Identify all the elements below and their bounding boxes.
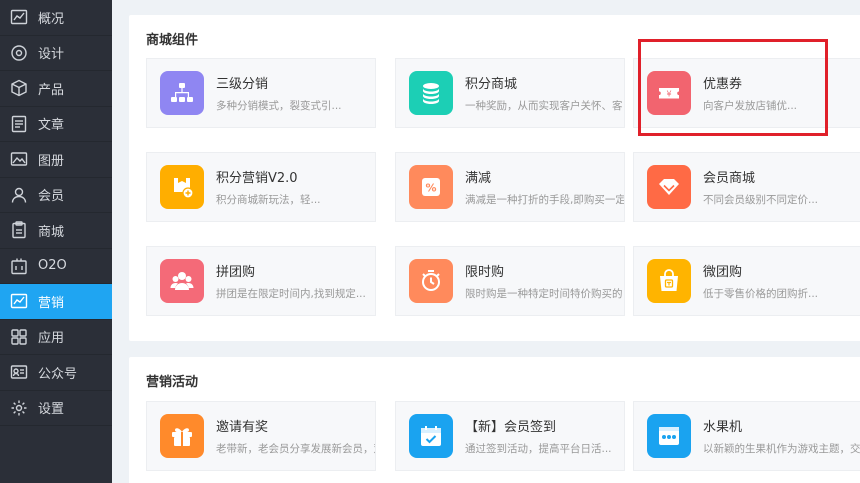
sidebar-item-label: 应用: [38, 331, 65, 347]
card-title: 积分营销V2.0: [216, 171, 298, 186]
discount-percent-icon: %: [409, 165, 453, 209]
timer-clock-icon: [409, 259, 453, 303]
group-buy-icon: [160, 259, 204, 303]
points-coins-icon: [409, 71, 453, 115]
card-desc: 积分商城新玩法，轻...: [216, 194, 321, 206]
card-fruit-machine[interactable]: 水果机以新颖的生果机作为游戏主题，交: [633, 401, 860, 471]
sidebar-item-member[interactable]: 会员: [0, 178, 112, 213]
card-desc: 限时购是一种特定时间特价购买的: [465, 288, 623, 300]
sidebar-item-label: 会员: [38, 189, 65, 205]
card-title: 优惠券: [703, 77, 743, 92]
card-three-level-distribution[interactable]: 三级分销多种分销模式，裂变式引...: [146, 58, 376, 128]
card-group-buy[interactable]: 拼团购拼团是在限定时间内,找到规定...: [146, 246, 376, 316]
member-diamond-icon: [647, 165, 691, 209]
sidebar-item-gallery[interactable]: 图册: [0, 142, 112, 178]
card-member-mall[interactable]: 会员商城不同会员级别不同定价...: [633, 152, 860, 222]
card-title: 拼团购: [216, 265, 256, 280]
settings-gear-icon: [10, 399, 28, 417]
card-micro-group-buy[interactable]: 微团购低于零售价格的团购折...: [633, 246, 860, 316]
card-title: 水果机: [703, 420, 743, 435]
sidebar-item-label: 公众号: [38, 366, 78, 382]
sidebar-item-label: 设置: [38, 402, 65, 418]
sidebar-item-product[interactable]: 产品: [0, 71, 112, 107]
sidebar-item-label: 产品: [38, 82, 65, 98]
sidebar-item-label: 文章: [38, 118, 65, 134]
card-desc: 满减是一种打折的手段,即购买一定: [465, 194, 624, 206]
card-desc: 一种奖励，从而实现客户关怀、客: [465, 100, 623, 112]
sidebar-item-label: 设计: [38, 47, 65, 63]
card-title: 会员商城: [703, 171, 756, 186]
section-title: 营销活动: [146, 375, 199, 390]
card-member-checkin[interactable]: 【新】会员签到通过签到活动，提高平台日活...: [395, 401, 625, 471]
sidebar-item-label: 概况: [38, 11, 65, 27]
card-desc: 以新颖的生果机作为游戏主题，交: [703, 443, 860, 455]
card-title: 三级分销: [216, 77, 269, 92]
card-points-mall[interactable]: 积分商城一种奖励，从而实现客户关怀、客: [395, 58, 625, 128]
card-desc: 老带新，老会员分享发展新会员，双: [216, 443, 375, 455]
overview-chart-icon: [10, 8, 28, 26]
member-user-icon: [10, 186, 28, 204]
card-flash-sale[interactable]: 限时购限时购是一种特定时间特价购买的: [395, 246, 625, 316]
card-title: 微团购: [703, 265, 743, 280]
card-desc: 拼团是在限定时间内,找到规定...: [216, 288, 366, 300]
checkin-calendar-icon: [409, 414, 453, 458]
sidebar-item-label: 营销: [38, 295, 65, 311]
card-points-marketing-v2[interactable]: 积分营销V2.0 积分商城新玩法，轻...: [146, 152, 376, 222]
mall-clipboard-icon: [10, 221, 28, 239]
design-icon: [10, 44, 28, 62]
card-desc: 向客户发放店铺优...: [703, 100, 798, 112]
fruit-machine-icon: [647, 414, 691, 458]
section-title: 商城组件: [146, 33, 199, 48]
card-invite-reward[interactable]: 邀请有奖老带新，老会员分享发展新会员，双: [146, 401, 376, 471]
mall-components-panel: 商城组件 三级分销多种分销模式，裂变式引... 积分商城一种奖励，从而实现客户关…: [129, 15, 860, 341]
official-account-icon: [10, 363, 28, 381]
apps-grid-icon: [10, 328, 28, 346]
marketing-activities-panel: 营销活动 邀请有奖老带新，老会员分享发展新会员，双 【新】会员签到通过签到活动，…: [129, 357, 860, 483]
card-title: 限时购: [465, 265, 505, 280]
card-title: 邀请有奖: [216, 420, 269, 435]
sidebar-item-label: O2O: [38, 258, 67, 274]
sidebar-item-label: 商城: [38, 224, 65, 240]
card-coupon[interactable]: ¥ 优惠券向客户发放店铺优...: [633, 58, 860, 128]
card-desc: 通过签到活动，提高平台日活...: [465, 443, 612, 455]
card-title: 【新】会员签到: [465, 420, 557, 435]
coupon-ticket-icon: ¥: [647, 71, 691, 115]
sidebar: 概况 设计 产品 文章 图册 会员 商城 O2O 营销 应用 公众号 设置: [0, 0, 112, 483]
card-title: 积分商城: [465, 77, 518, 92]
points-marketing-icon: [160, 165, 204, 209]
o2o-store-icon: [10, 257, 28, 275]
gift-icon: [160, 414, 204, 458]
main-content: 商城组件 三级分销多种分销模式，裂变式引... 积分商城一种奖励，从而实现客户关…: [112, 0, 860, 483]
card-desc: 不同会员级别不同定价...: [703, 194, 819, 206]
card-title: 满减: [465, 171, 492, 186]
product-box-icon: [10, 79, 28, 97]
sidebar-item-mall[interactable]: 商城: [0, 213, 112, 249]
distribution-tree-icon: [160, 71, 204, 115]
sidebar-item-design[interactable]: 设计: [0, 36, 112, 71]
sidebar-item-overview[interactable]: 概况: [0, 0, 112, 36]
article-icon: [10, 115, 28, 133]
svg-text:¥: ¥: [666, 90, 671, 99]
sidebar-item-settings[interactable]: 设置: [0, 391, 112, 426]
sidebar-item-apps[interactable]: 应用: [0, 320, 112, 355]
sidebar-item-o2o[interactable]: O2O: [0, 249, 112, 284]
svg-text:%: %: [425, 182, 436, 195]
sidebar-item-article[interactable]: 文章: [0, 107, 112, 142]
sidebar-item-label: 图册: [38, 153, 65, 169]
card-full-reduction[interactable]: % 满减满减是一种打折的手段,即购买一定: [395, 152, 625, 222]
marketing-chart-icon: [10, 292, 28, 310]
card-desc: 多种分销模式，裂变式引...: [216, 100, 342, 112]
micro-group-bag-icon: [647, 259, 691, 303]
gallery-icon: [10, 150, 28, 168]
sidebar-item-official-account[interactable]: 公众号: [0, 355, 112, 391]
sidebar-item-marketing[interactable]: 营销: [0, 284, 112, 320]
card-desc: 低于零售价格的团购折...: [703, 288, 819, 300]
